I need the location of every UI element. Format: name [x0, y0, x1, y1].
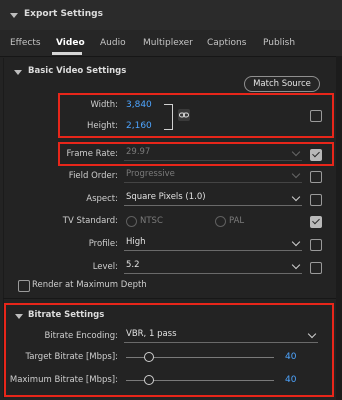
field-order-label: Field Order: — [68, 171, 118, 181]
ntsc-radio[interactable] — [126, 216, 137, 227]
chain-link-icon[interactable] — [178, 109, 190, 121]
profile-value: High — [126, 237, 146, 247]
max-bitrate-slider-knob[interactable] — [144, 375, 154, 385]
pal-label: PAL — [229, 216, 245, 226]
target-bitrate-slider-knob[interactable] — [144, 352, 154, 362]
render-max-depth-label: Render at Maximum Depth — [32, 280, 147, 290]
collapse-triangle-icon[interactable] — [10, 13, 18, 18]
export-settings-title: Export Settings — [24, 9, 103, 19]
field-order-dropdown[interactable]: Progressive — [124, 168, 302, 183]
height-label: Height: — [87, 121, 118, 131]
tab-captions[interactable]: Captions — [207, 38, 246, 48]
profile-checkbox[interactable] — [310, 239, 322, 251]
frame-rate-dropdown[interactable]: 29.97 — [124, 146, 302, 161]
width-label: Width: — [90, 100, 118, 110]
target-bitrate-label: Target Bitrate [Mbps]: — [25, 352, 118, 362]
chevron-down-icon — [291, 192, 301, 202]
aspect-value: Square Pixels (1.0) — [126, 192, 206, 202]
level-value: 5.2 — [126, 260, 140, 270]
pal-radio[interactable] — [215, 216, 226, 227]
chevron-down-icon — [291, 260, 301, 270]
tab-effects[interactable]: Effects — [10, 38, 41, 48]
level-label: Level: — [92, 262, 118, 272]
section-divider — [3, 298, 336, 299]
tv-standard-checkbox[interactable] — [310, 216, 322, 228]
frame-rate-value: 29.97 — [126, 147, 151, 157]
link-bracket — [164, 104, 173, 130]
tab-multiplexer[interactable]: Multiplexer — [143, 38, 193, 48]
level-checkbox[interactable] — [310, 262, 322, 274]
ntsc-label: NTSC — [140, 216, 163, 226]
chevron-down-icon — [291, 237, 301, 247]
basic-video-settings-title: Basic Video Settings — [28, 66, 127, 76]
frame-rate-checkbox[interactable] — [310, 149, 322, 161]
tab-audio[interactable]: Audio — [100, 38, 126, 48]
height-value[interactable]: 2,160 — [126, 121, 152, 131]
tab-video[interactable]: Video — [56, 38, 85, 48]
chevron-down-icon — [291, 147, 301, 157]
tv-standard-label: TV Standard: — [62, 216, 118, 226]
aspect-checkbox[interactable] — [310, 194, 322, 206]
profile-dropdown[interactable]: High — [124, 236, 302, 251]
level-dropdown[interactable]: 5.2 — [124, 259, 302, 274]
tab-publish[interactable]: Publish — [263, 38, 295, 48]
max-bitrate-label: Maximum Bitrate [Mbps]: — [9, 375, 118, 385]
field-order-value: Progressive — [126, 169, 175, 179]
bitrate-settings-title: Bitrate Settings — [28, 310, 105, 320]
chevron-down-icon — [307, 329, 317, 339]
bitrate-encoding-label: Bitrate Encoding: — [44, 331, 118, 341]
field-order-checkbox[interactable] — [310, 171, 322, 183]
match-dimensions-checkbox[interactable] — [310, 110, 322, 122]
scrollbar[interactable] — [336, 56, 342, 400]
aspect-dropdown[interactable]: Square Pixels (1.0) — [124, 191, 302, 206]
profile-label: Profile: — [88, 239, 118, 249]
chevron-down-icon — [291, 169, 301, 179]
width-value[interactable]: 3,840 — [126, 100, 152, 110]
match-source-button[interactable]: Match Source — [244, 76, 320, 92]
max-bitrate-value[interactable]: 40 — [285, 375, 296, 385]
render-max-depth-checkbox[interactable] — [18, 280, 30, 292]
bitrate-section-triangle-icon[interactable] — [15, 314, 23, 319]
bitrate-encoding-value: VBR, 1 pass — [126, 329, 177, 339]
aspect-label: Aspect: — [86, 194, 118, 204]
active-tab-indicator — [52, 52, 82, 55]
frame-rate-label: Frame Rate: — [66, 149, 118, 159]
basic-section-triangle-icon[interactable] — [14, 70, 22, 75]
bitrate-encoding-dropdown[interactable]: VBR, 1 pass — [124, 328, 318, 343]
target-bitrate-value[interactable]: 40 — [285, 352, 296, 362]
